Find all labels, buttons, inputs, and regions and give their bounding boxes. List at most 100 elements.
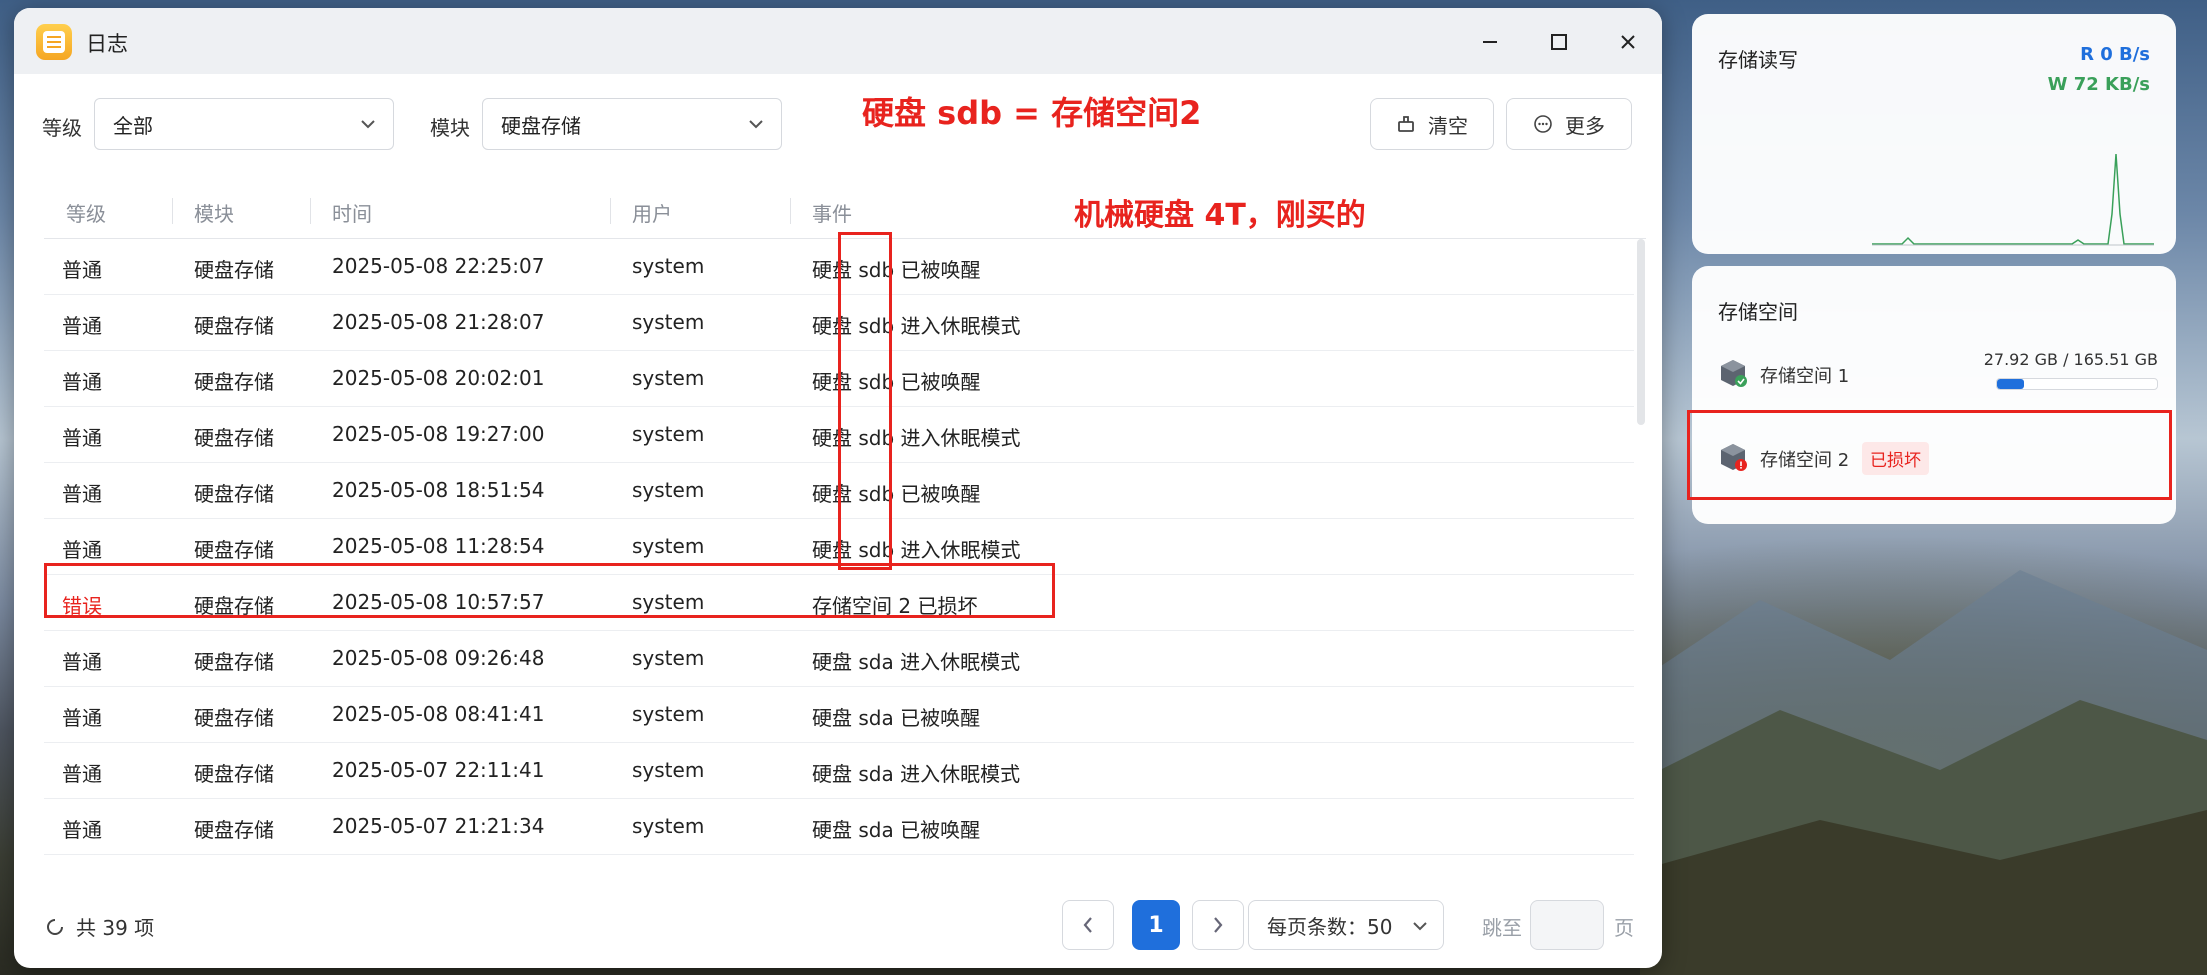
table-row[interactable]: 普通 硬盘存储 2025-05-08 18:51:54 system 硬盘 sdb 已被… xyxy=(44,463,1634,519)
cell-user: system xyxy=(632,702,705,726)
cell-event: 硬盘 sda 进入休眠模式 xyxy=(812,870,1020,871)
level-filter-value: 全部 xyxy=(113,113,153,138)
cell-module: 硬盘存储 xyxy=(194,870,274,871)
log-table: 等级 模块 时间 用户 事件 普通 硬盘存储 2025-05-08 22:25:07… xyxy=(44,184,1646,871)
column-header-module[interactable]: 模块 xyxy=(194,198,234,227)
table-row[interactable]: 普通 硬盘存储 2025-05-07 21:21:34 system 硬盘 sda 已被… xyxy=(44,799,1634,855)
table-scrollbar[interactable] xyxy=(1637,239,1645,425)
volume-usage-1: 27.92 GB / 165.51 GB xyxy=(1983,350,2158,369)
cell-time: 2025-05-08 22:25:07 xyxy=(332,254,545,278)
cell-module: 硬盘存储 xyxy=(194,426,274,450)
cell-level: 普通 xyxy=(62,818,102,842)
chevron-down-icon xyxy=(1413,922,1427,931)
title-bar: 日志 xyxy=(14,8,1662,74)
cell-module: 硬盘存储 xyxy=(194,370,274,394)
cell-time: 2025-05-08 18:51:54 xyxy=(332,478,545,502)
more-button[interactable]: 更多 xyxy=(1506,98,1632,150)
cell-level: 普通 xyxy=(62,258,102,282)
table-row[interactable]: 普通 硬盘存储 2025-05-08 09:26:48 system 硬盘 sda 进入… xyxy=(44,631,1634,687)
cell-event: 硬盘 sdb 进入休眠模式 xyxy=(812,426,1021,450)
cell-user: system xyxy=(632,478,705,502)
jump-page-input[interactable] xyxy=(1530,900,1604,950)
table-row[interactable]: 普通 硬盘存储 2025-05-08 11:28:54 system 硬盘 sdb 进入… xyxy=(44,519,1634,575)
cell-module: 硬盘存储 xyxy=(194,706,274,730)
column-header-user[interactable]: 用户 xyxy=(632,198,672,227)
maximize-button[interactable] xyxy=(1539,22,1579,62)
chevron-down-icon xyxy=(749,120,763,129)
cell-module: 硬盘存储 xyxy=(194,762,274,786)
page-button-current[interactable]: 1 xyxy=(1132,900,1180,950)
write-speed: W 72 KB/s xyxy=(2047,74,2150,95)
table-row[interactable]: 普通 硬盘存储 2025-05-07 22:11:41 system 硬盘 sda 进入… xyxy=(44,743,1634,799)
page-suffix-label: 页 xyxy=(1614,916,1634,940)
table-row[interactable]: 普通 硬盘存储 2025-05-08 20:02:01 system 硬盘 sdb 已被… xyxy=(44,351,1634,407)
cell-module: 硬盘存储 xyxy=(194,314,274,338)
minimize-icon xyxy=(1483,41,1497,43)
table-row[interactable]: 普通 硬盘存储 2025-05-08 22:25:07 system 硬盘 sdb 已被… xyxy=(44,239,1634,295)
table-row[interactable]: 普通 硬盘存储 2025-05-07 12:00:34 system 硬盘 sda 进入… xyxy=(44,855,1634,871)
cell-time: 2025-05-08 20:02:01 xyxy=(332,366,545,390)
chevron-left-icon xyxy=(1083,917,1092,933)
cell-user: system xyxy=(632,366,705,390)
cell-level: 普通 xyxy=(62,370,102,394)
cell-event: 存储空间 2 已损坏 xyxy=(812,594,978,618)
minimize-button[interactable] xyxy=(1470,22,1510,62)
cell-level: 普通 xyxy=(62,870,102,871)
cell-event: 硬盘 sda 已被唤醒 xyxy=(812,818,981,842)
close-button[interactable] xyxy=(1608,22,1648,62)
cell-module: 硬盘存储 xyxy=(194,258,274,282)
cell-level: 普通 xyxy=(62,426,102,450)
table-row[interactable]: 普通 硬盘存储 2025-05-08 21:28:07 system 硬盘 sdb 进入… xyxy=(44,295,1634,351)
cell-event: 硬盘 sdb 进入休眠模式 xyxy=(812,538,1021,562)
cell-module: 硬盘存储 xyxy=(194,650,274,674)
level-filter-select[interactable]: 全部 xyxy=(94,98,394,150)
refresh-icon[interactable] xyxy=(44,916,66,938)
table-body: 普通 硬盘存储 2025-05-08 22:25:07 system 硬盘 sdb 已被… xyxy=(44,239,1634,871)
cell-module: 硬盘存储 xyxy=(194,594,274,618)
cell-event: 硬盘 sdb 已被唤醒 xyxy=(812,482,981,506)
cell-event: 硬盘 sdb 已被唤醒 xyxy=(812,258,981,282)
cell-module: 硬盘存储 xyxy=(194,482,274,506)
desktop-wallpaper xyxy=(1640,570,2207,975)
log-window: 日志 等级 全部 模块 硬盘存储 硬盘 sdb = 存储空间2 机械硬盘 4T，… xyxy=(14,8,1662,968)
cell-time: 2025-05-07 12:00:34 xyxy=(332,870,544,871)
cell-level: 普通 xyxy=(62,706,102,730)
window-title: 日志 xyxy=(86,32,128,56)
cell-module: 硬盘存储 xyxy=(194,538,274,562)
cell-event: 硬盘 sda 进入休眠模式 xyxy=(812,762,1021,786)
clear-button-label: 清空 xyxy=(1428,113,1468,138)
cell-user: system xyxy=(632,422,705,446)
table-row[interactable]: 错误 硬盘存储 2025-05-08 10:57:57 system 存储空间 2 已损… xyxy=(44,575,1634,631)
cell-level: 普通 xyxy=(62,482,102,506)
storage-rw-title: 存储读写 xyxy=(1718,48,1798,72)
table-row[interactable]: 普通 硬盘存储 2025-05-08 19:27:00 system 硬盘 sdb 进入… xyxy=(44,407,1634,463)
volume-item-1[interactable]: 存储空间 1 27.92 GB / 165.51 GB xyxy=(1718,348,2158,398)
volume-status-badge: 已损坏 xyxy=(1862,442,1929,475)
storage-space-widget: 存储空间 存储空间 1 27.92 GB / 165.51 GB 存储空间 2 … xyxy=(1692,266,2176,524)
next-page-button[interactable] xyxy=(1192,900,1244,950)
table-footer: 共 39 项 1 每页条数：50 跳至 页 xyxy=(14,888,1662,968)
column-header-level[interactable]: 等级 xyxy=(66,198,106,227)
cell-level: 普通 xyxy=(62,538,102,562)
column-header-time[interactable]: 时间 xyxy=(332,198,372,227)
cell-time: 2025-05-08 10:57:57 xyxy=(332,590,545,614)
page-size-select[interactable]: 每页条数：50 xyxy=(1248,900,1444,950)
cell-event: 硬盘 sdb 进入休眠模式 xyxy=(812,314,1021,338)
chevron-down-icon xyxy=(361,120,375,129)
cell-user: system xyxy=(632,646,705,670)
cell-event: 硬盘 sda 进入休眠模式 xyxy=(812,650,1021,674)
prev-page-button[interactable] xyxy=(1062,900,1114,950)
cell-user: system xyxy=(632,534,705,558)
volume-name-2: 存储空间 2 xyxy=(1760,450,1850,471)
more-button-label: 更多 xyxy=(1565,113,1605,138)
volume-item-2[interactable]: 存储空间 2 已损坏 xyxy=(1718,432,2158,482)
storage-rw-widget: 存储读写 R 0 B/s W 72 KB/s xyxy=(1692,14,2176,254)
volume-ok-icon xyxy=(1721,360,1747,387)
column-header-event[interactable]: 事件 xyxy=(812,198,852,227)
clear-broom-icon xyxy=(1398,116,1414,132)
module-filter-select[interactable]: 硬盘存储 xyxy=(482,98,782,150)
table-row[interactable]: 普通 硬盘存储 2025-05-08 08:41:41 system 硬盘 sda 已被… xyxy=(44,687,1634,743)
total-count: 共 39 项 xyxy=(44,912,154,941)
clear-button[interactable]: 清空 xyxy=(1370,98,1494,150)
jump-label: 跳至 xyxy=(1482,916,1522,940)
